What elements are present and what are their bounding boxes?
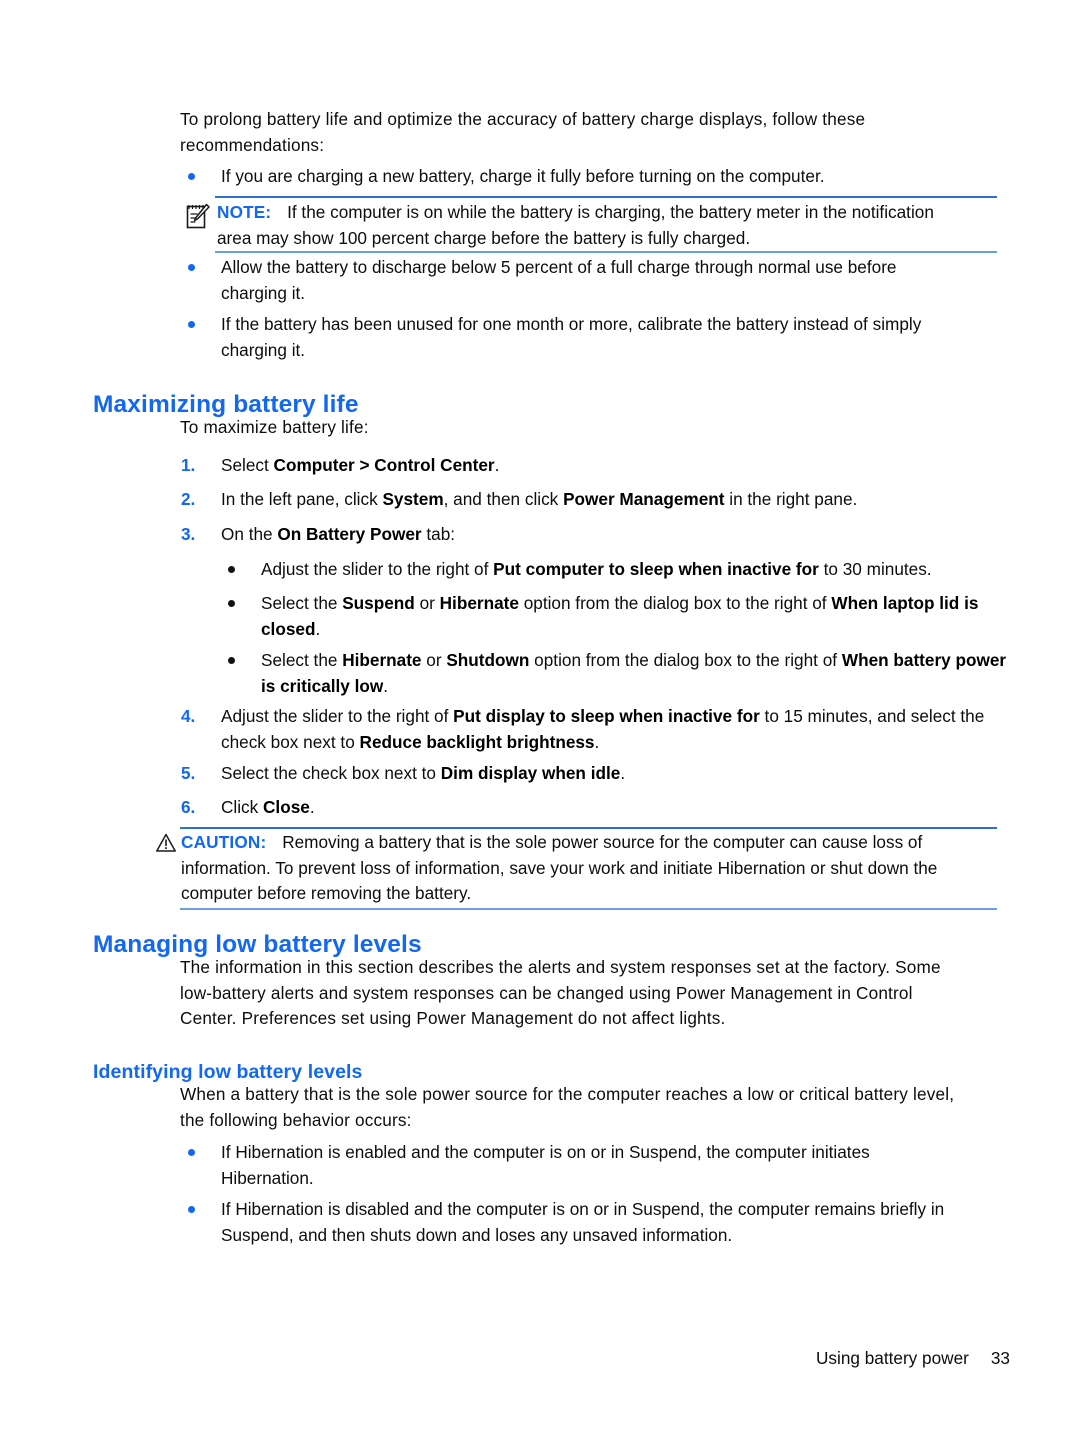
list-item: If you are charging a new battery, charg… (188, 164, 1010, 190)
managing-line-3: Center. Preferences set using Power Mana… (180, 1008, 726, 1028)
document-page: To prolong battery life and optimize the… (0, 0, 1080, 1437)
step-text: Click Close. (221, 797, 315, 817)
list-item: If Hibernation is enabled and the comput… (188, 1140, 1010, 1191)
bullet-point-icon (188, 1149, 195, 1156)
note-callout: NOTE: If the computer is on while the ba… (185, 196, 1010, 253)
identifying-body-paragraph: When a battery that is the sole power so… (180, 1082, 1025, 1133)
bullet-point-icon (228, 566, 235, 573)
bullet-point-icon (188, 321, 195, 328)
list-item: Adjust the slider to the right of Put co… (228, 557, 1010, 583)
step-number: 4. (181, 706, 196, 726)
list-item-text: If you are charging a new battery, charg… (221, 166, 825, 186)
page-footer: Using battery power 33 (816, 1348, 1010, 1369)
ordered-list-item: 4. Adjust the slider to the right of Put… (181, 704, 1026, 755)
intro-paragraph: To prolong battery life and optimize the… (180, 107, 1010, 158)
warning-triangle-icon (155, 832, 177, 862)
list-item: Allow the battery to discharge below 5 p… (188, 255, 1010, 306)
managing-line-2: low-battery alerts and system responses … (180, 982, 913, 1003)
intro-line-2: recommendations: (180, 134, 325, 155)
list-item: If the battery has been unused for one m… (188, 312, 1010, 363)
bullet-point-icon (228, 600, 235, 607)
ordered-list-item: 2. In the left pane, click System, and t… (181, 487, 1010, 513)
maximizing-intro: To maximize battery life: (180, 417, 369, 437)
step-number: 2. (181, 489, 196, 509)
list-item-text: Select the Hibernate or Shutdown option … (261, 650, 1007, 696)
ordered-list-item: 6. Click Close. (181, 795, 1010, 821)
caution-bottom-rule (180, 908, 997, 910)
identifying-line-1: When a battery that is the sole power so… (180, 1084, 955, 1104)
note-pad-pencil-icon (185, 202, 211, 238)
caution-line-3: computer before removing the battery. (181, 883, 472, 903)
identifying-line-2: the following behavior occurs: (180, 1109, 412, 1130)
caution-label: CAUTION: (181, 832, 267, 852)
footer-section-title: Using battery power (816, 1348, 969, 1368)
step-number: 3. (181, 524, 196, 544)
managing-line-1: The information in this section describe… (180, 957, 941, 977)
intro-line-1: To prolong battery life and optimize the… (180, 109, 866, 129)
note-text-block: NOTE: If the computer is on while the ba… (217, 196, 1010, 251)
caution-line-2: information. To prevent loss of informat… (181, 857, 938, 878)
list-item-line-2: Suspend, and then shuts down and loses a… (221, 1224, 733, 1245)
footer-page-number: 33 (990, 1348, 1010, 1368)
step-number: 5. (181, 763, 196, 783)
step-text: Select the check box next to Dim display… (221, 763, 626, 783)
list-item-text: Select the Suspend or Hibernate option f… (261, 593, 979, 639)
ordered-list-item: 3. On the On Battery Power tab: (181, 522, 1010, 548)
heading-identifying-low-battery-levels: Identifying low battery levels (93, 1061, 363, 1084)
bullet-point-icon (188, 173, 195, 180)
list-item-line-1: If the battery has been unused for one m… (221, 314, 922, 334)
caution-line-1: Removing a battery that is the sole powe… (282, 832, 923, 852)
caution-text-block: CAUTION: Removing a battery that is the … (181, 827, 1015, 907)
bullet-point-icon (188, 1206, 195, 1213)
step-text: Adjust the slider to the right of Put di… (221, 706, 985, 752)
bullet-point-icon (228, 657, 235, 664)
list-item-text: Adjust the slider to the right of Put co… (261, 559, 932, 579)
ordered-list-item: 1. Select Computer > Control Center. (181, 453, 1010, 479)
list-item-line-2: Hibernation. (221, 1167, 314, 1188)
note-label: NOTE: (217, 202, 272, 222)
step-number: 6. (181, 797, 196, 817)
step-text: In the left pane, click System, and then… (221, 489, 858, 509)
note-bottom-rule (215, 251, 997, 253)
list-item-line-2: charging it. (221, 339, 306, 360)
caution-callout: CAUTION: Removing a battery that is the … (155, 827, 1015, 910)
managing-body-paragraph: The information in this section describe… (180, 955, 1020, 1032)
step-number: 1. (181, 455, 196, 475)
step-text: On the On Battery Power tab: (221, 524, 456, 544)
list-item: Select the Suspend or Hibernate option f… (228, 591, 1010, 642)
list-item: Select the Hibernate or Shutdown option … (228, 648, 1010, 699)
note-top-rule (215, 196, 997, 198)
step-text: Select Computer > Control Center. (221, 455, 500, 475)
list-item-line-1: Allow the battery to discharge below 5 p… (221, 257, 897, 277)
list-item-line-2: charging it. (221, 282, 306, 303)
list-item-line-1: If Hibernation is disabled and the compu… (221, 1199, 945, 1219)
list-item-line-1: If Hibernation is enabled and the comput… (221, 1142, 870, 1162)
note-line-2: area may show 100 percent charge before … (217, 227, 751, 248)
note-line-1: If the computer is on while the battery … (287, 202, 934, 222)
ordered-list-item: 5. Select the check box next to Dim disp… (181, 761, 1010, 787)
bullet-point-icon (188, 264, 195, 271)
list-item: If Hibernation is disabled and the compu… (188, 1197, 1010, 1248)
caution-top-rule (180, 827, 997, 829)
